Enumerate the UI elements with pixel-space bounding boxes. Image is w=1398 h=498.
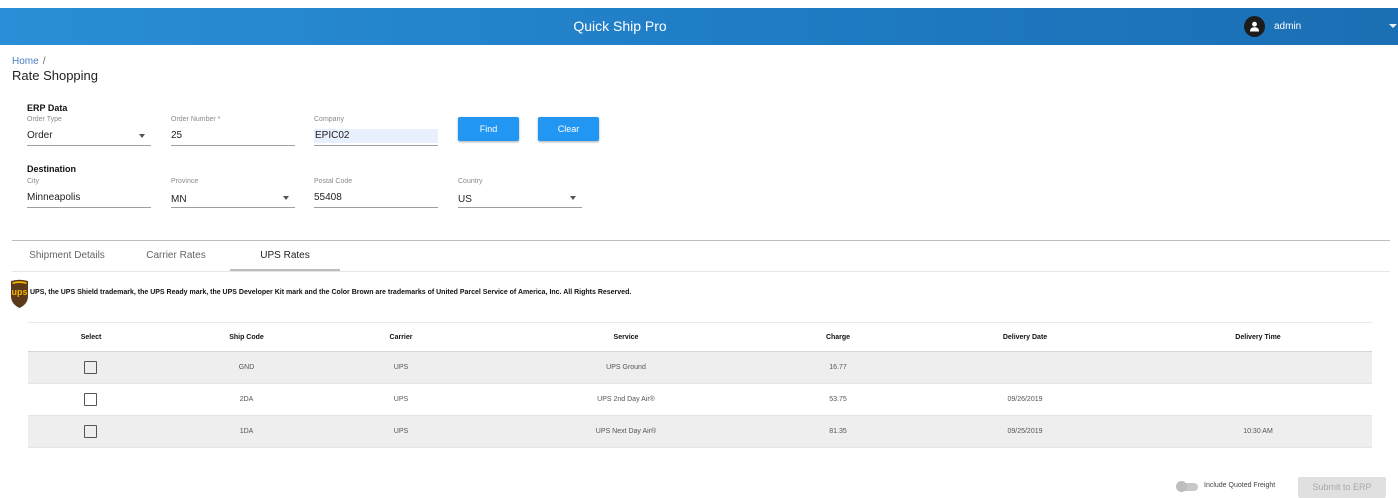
include-quoted-freight-label: Include Quoted Freight	[1204, 482, 1276, 489]
find-button[interactable]: Find	[458, 117, 519, 141]
carrier-cell: UPS	[393, 428, 409, 435]
order-type-label: Order Type	[27, 116, 62, 123]
province-label: Province	[171, 178, 199, 185]
city-label: City	[27, 178, 40, 185]
erp-section-label: ERP Data	[27, 103, 68, 113]
user-menu-caret-icon[interactable]	[1389, 24, 1397, 28]
user-menu[interactable]: admin	[1274, 8, 1301, 45]
page-title: Rate Shopping	[12, 68, 99, 83]
user-avatar-icon[interactable]	[1244, 16, 1265, 37]
destination-section-label: Destination	[27, 164, 77, 174]
ups-shield-logo: ups	[10, 279, 29, 309]
city-input[interactable]: City Minneapolis	[27, 178, 151, 208]
select-checkbox[interactable]	[84, 425, 97, 438]
tab-ups-rates[interactable]: UPS Rates	[230, 241, 340, 271]
province-select[interactable]: Province MN	[171, 178, 295, 208]
company-label: Company	[314, 116, 344, 123]
company-input[interactable]: Company EPIC02	[314, 116, 438, 146]
ship-code-cell: 1DA	[239, 428, 254, 435]
postal-code-value: 55408	[314, 192, 342, 203]
chevron-down-icon	[139, 134, 145, 138]
company-value: EPIC02	[314, 129, 438, 143]
postal-code-label: Postal Code	[314, 178, 353, 185]
carrier-cell: UPS	[393, 364, 409, 371]
delivery-time-cell	[1183, 384, 1333, 416]
table-row[interactable]: 1DA UPS UPS Next Day Air® 81.35 09/25/20…	[28, 416, 1372, 448]
charge-cell: 81.35	[829, 428, 847, 435]
delivery-date-cell: 09/26/2019	[1007, 396, 1043, 403]
charge-cell: 53.75	[829, 396, 847, 403]
app-title: Quick Ship Pro	[573, 18, 667, 34]
charge-cell: 16.77	[829, 364, 847, 371]
select-checkbox[interactable]	[84, 393, 97, 406]
chevron-down-icon	[570, 196, 576, 200]
tab-carrier-rates[interactable]: Carrier Rates	[128, 241, 224, 271]
toggle-knob	[1176, 481, 1187, 492]
breadcrumb: Home /	[12, 56, 45, 67]
clear-button[interactable]: Clear	[538, 117, 599, 141]
order-number-value: 25	[171, 130, 183, 141]
breadcrumb-home-link[interactable]: Home	[12, 56, 39, 67]
service-cell: UPS Next Day Air®	[595, 428, 657, 435]
breadcrumb-separator: /	[42, 56, 46, 67]
country-value: US	[458, 194, 472, 205]
table-row[interactable]: GND UPS UPS Ground 16.77	[28, 352, 1372, 384]
person-icon	[1250, 21, 1259, 32]
order-number-input[interactable]: Order Number * 25	[171, 116, 295, 146]
column-header-delivery-date: Delivery Date	[1002, 334, 1048, 341]
order-number-label: Order Number *	[171, 116, 221, 123]
postal-code-input[interactable]: Postal Code 55408	[314, 178, 438, 208]
chevron-down-icon	[283, 196, 289, 200]
country-label: Country	[458, 178, 483, 185]
app-header: Quick Ship Pro admin	[0, 8, 1398, 45]
select-checkbox[interactable]	[84, 361, 97, 374]
column-header-ship-code: Ship Code	[229, 334, 264, 341]
carrier-cell: UPS	[393, 396, 409, 403]
ups-trademark-notice: UPS, the UPS Shield trademark, the UPS R…	[30, 289, 632, 296]
column-header-charge: Charge	[825, 334, 851, 341]
column-header-service: Service	[613, 334, 639, 341]
column-header-carrier: Carrier	[389, 334, 413, 341]
delivery-time-cell: 10:30 AM	[1243, 428, 1273, 435]
table-row[interactable]: 2DA UPS UPS 2nd Day Air® 53.75 09/26/201…	[28, 384, 1372, 416]
include-quoted-freight-toggle[interactable]	[1176, 481, 1198, 492]
ship-code-cell: GND	[238, 364, 255, 371]
country-select[interactable]: Country US	[458, 178, 582, 208]
tabs-underline	[12, 271, 1390, 272]
tab-shipment-details[interactable]: Shipment Details	[16, 241, 118, 271]
column-header-delivery-time: Delivery Time	[1235, 334, 1281, 341]
province-value: MN	[171, 194, 187, 205]
order-type-select[interactable]: Order Type Order	[27, 116, 151, 146]
ship-code-cell: 2DA	[239, 396, 254, 403]
order-type-value: Order	[27, 130, 53, 141]
ups-logo-text: ups	[11, 287, 27, 297]
city-value: Minneapolis	[27, 192, 81, 203]
service-cell: UPS Ground	[606, 364, 646, 371]
submit-to-erp-button[interactable]: Submit to ERP	[1298, 477, 1386, 498]
column-header-select: Select	[80, 334, 102, 341]
delivery-date-cell: 09/25/2019	[1007, 428, 1043, 435]
delivery-date-cell	[955, 352, 1095, 384]
table-header: Select Ship Code Carrier Service Charge …	[28, 322, 1372, 352]
delivery-time-cell	[1183, 352, 1333, 384]
ups-rates-table: Select Ship Code Carrier Service Charge …	[28, 322, 1372, 448]
service-cell: UPS 2nd Day Air®	[597, 396, 655, 403]
